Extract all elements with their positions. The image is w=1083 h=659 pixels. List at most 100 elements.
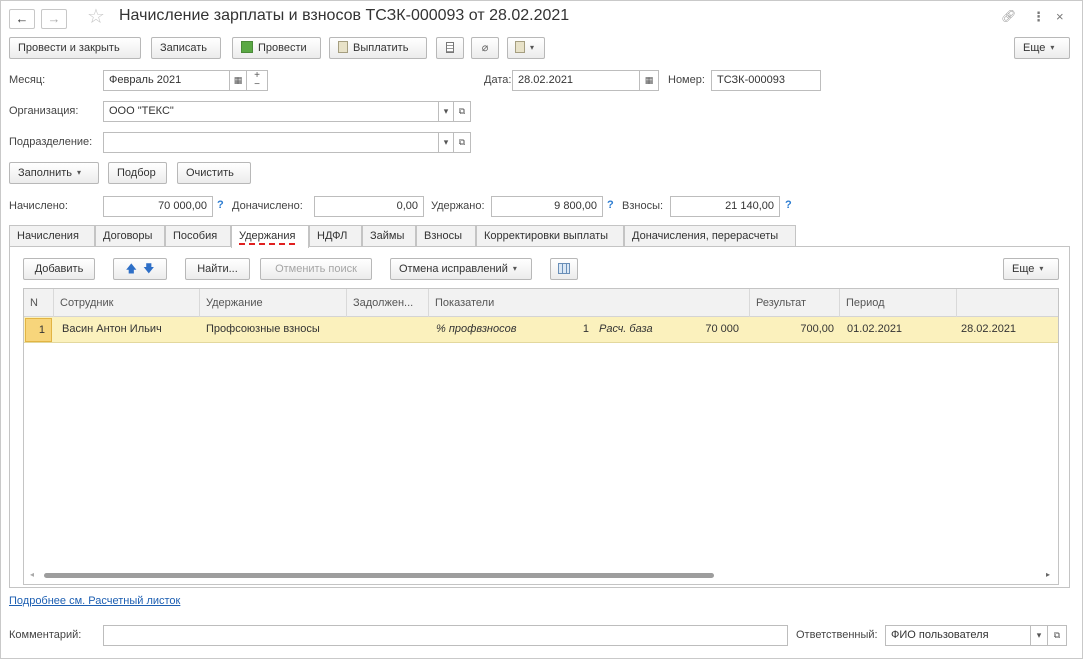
chevron-down-icon: ▾ <box>530 43 535 52</box>
more-button[interactable]: Еще ▾ <box>1014 37 1070 59</box>
employee-cell[interactable]: Васин Антон Ильич <box>62 317 162 342</box>
header-employee[interactable]: Сотрудник <box>54 289 200 317</box>
horizontal-scrollbar[interactable] <box>44 573 714 578</box>
fill-button[interactable]: Заполнить ▾ <box>9 162 99 184</box>
scroll-left-icon[interactable]: ◂ <box>30 570 34 579</box>
back-button[interactable]: ← <box>9 9 35 29</box>
open-icon[interactable]: ⧉ <box>453 132 471 153</box>
chevron-down-icon[interactable]: ▾ <box>438 101 454 122</box>
indicator-2-value-cell[interactable]: 70 000 <box>684 317 739 342</box>
comment-field[interactable] <box>103 625 788 646</box>
month-field[interactable]: Февраль 2021 <box>103 70 230 91</box>
help-icon[interactable]: ? <box>217 199 224 211</box>
tab-deductions[interactable]: Удержания <box>231 225 309 248</box>
date-field[interactable]: 28.02.2021 <box>512 70 640 91</box>
chevron-down-icon: ▾ <box>512 264 517 273</box>
tab-benefits[interactable]: Пособия <box>165 225 231 247</box>
indicator-1-name-cell[interactable]: % профвзносов <box>436 317 516 342</box>
favorite-star-icon[interactable]: ☆ <box>87 4 105 29</box>
chevron-down-icon[interactable]: ▾ <box>438 132 454 153</box>
close-icon[interactable]: × <box>1056 9 1064 24</box>
row-number-cell[interactable]: 1 <box>25 318 52 342</box>
chevron-down-icon: ▾ <box>1039 264 1044 273</box>
tab-deductions-label: Удержания <box>239 230 296 245</box>
attachment-button[interactable]: ⌀ <box>471 37 499 59</box>
arrow-down-icon[interactable]: 🡇 <box>143 263 154 275</box>
contributions-field: 21 140,00 <box>670 196 780 217</box>
scroll-right-icon[interactable]: ▸ <box>1046 570 1050 579</box>
payslip-link[interactable]: Подробнее см. Расчетный листок <box>9 595 180 607</box>
department-label: Подразделение: <box>9 136 93 148</box>
cancel-corrections-button[interactable]: Отмена исправлений ▾ <box>390 258 532 280</box>
arrow-up-icon[interactable]: 🡅 <box>126 263 137 275</box>
kebab-menu-icon[interactable]: ⋮ <box>1032 9 1045 25</box>
post-button-label: Провести <box>258 42 307 54</box>
month-label: Месяц: <box>9 74 46 86</box>
header-debt[interactable]: Задолжен... <box>347 289 429 317</box>
cancel-search-button[interactable]: Отменить поиск <box>260 258 372 280</box>
print-menu-button[interactable]: ▾ <box>507 37 545 59</box>
find-button[interactable]: Найти... <box>185 258 250 280</box>
tab-payment-corrections[interactable]: Корректировки выплаты <box>476 225 624 247</box>
result-cell[interactable]: 700,00 <box>750 317 834 342</box>
post-and-close-button[interactable]: Провести и закрыть <box>9 37 141 59</box>
report-button[interactable] <box>436 37 464 59</box>
report-icon <box>446 42 454 53</box>
responsible-field[interactable]: ФИО пользователя <box>885 625 1031 646</box>
organization-field[interactable]: ООО "ТЕКС" <box>103 101 439 122</box>
organization-label: Организация: <box>9 105 79 117</box>
more-button-label: Еще <box>1023 42 1046 54</box>
deduction-cell[interactable]: Профсоюзные взносы <box>206 317 320 342</box>
tab-contracts[interactable]: Договоры <box>95 225 165 247</box>
post-button[interactable]: Провести <box>232 37 321 59</box>
add-button[interactable]: Добавить <box>23 258 95 280</box>
tab-contributions[interactable]: Взносы <box>416 225 476 247</box>
accrued-field: 70 000,00 <box>103 196 213 217</box>
help-icon[interactable]: ? <box>607 199 614 211</box>
header-n[interactable]: N <box>24 289 54 317</box>
number-field[interactable]: ТСЗК-000093 <box>711 70 821 91</box>
accrued-label: Начислено: <box>9 200 68 212</box>
link-icon[interactable]: 🔗︎ <box>1001 9 1016 23</box>
month-stepper[interactable]: + − <box>246 70 268 91</box>
pay-button[interactable]: Выплатить <box>329 37 427 59</box>
chevron-down-icon[interactable]: ▾ <box>1030 625 1048 646</box>
header-period[interactable]: Период <box>840 289 957 317</box>
post-icon <box>241 41 253 53</box>
header-period-end[interactable] <box>957 289 1060 317</box>
period-start-cell[interactable]: 01.02.2021 <box>847 317 902 342</box>
open-icon[interactable]: ⧉ <box>453 101 471 122</box>
comment-label: Комментарий: <box>9 629 82 641</box>
save-button[interactable]: Записать <box>151 37 221 59</box>
header-indicators[interactable]: Показатели <box>429 289 750 317</box>
indicator-1-value-cell[interactable]: 1 <box>569 317 589 342</box>
calendar-icon[interactable]: ▦ <box>639 70 659 91</box>
indicator-2-name-cell[interactable]: Расч. база <box>599 317 653 342</box>
table-icon <box>558 263 570 274</box>
move-buttons[interactable]: 🡅 🡇 <box>113 258 167 280</box>
grid-settings-button[interactable] <box>550 258 578 280</box>
additional-label: Доначислено: <box>232 200 303 212</box>
table-row[interactable]: 1 Васин Антон Ильич Профсоюзные взносы %… <box>24 317 1058 343</box>
arrow-left-icon: ← <box>15 11 29 26</box>
period-end-cell[interactable]: 28.02.2021 <box>961 317 1016 342</box>
tab-loans[interactable]: Займы <box>362 225 416 247</box>
calendar-icon[interactable]: ▦ <box>229 70 247 91</box>
number-label: Номер: <box>668 74 705 86</box>
header-result[interactable]: Результат <box>750 289 840 317</box>
tab-recalculations[interactable]: Доначисления, перерасчеты <box>624 225 796 247</box>
table-more-button[interactable]: Еще ▾ <box>1003 258 1059 280</box>
header-deduction[interactable]: Удержание <box>200 289 347 317</box>
responsible-label: Ответственный: <box>796 629 878 641</box>
forward-button[interactable]: → <box>41 9 67 29</box>
arrow-right-icon: → <box>47 11 61 26</box>
tab-ndfl[interactable]: НДФЛ <box>309 225 362 247</box>
clear-button[interactable]: Очистить <box>177 162 251 184</box>
tab-accruals[interactable]: Начисления <box>9 225 95 247</box>
open-icon[interactable]: ⧉ <box>1047 625 1067 646</box>
help-icon[interactable]: ? <box>785 199 792 211</box>
department-field[interactable] <box>103 132 439 153</box>
window-title: Начисление зарплаты и взносов ТСЗК-00009… <box>119 7 570 24</box>
additional-field: 0,00 <box>314 196 424 217</box>
pick-button[interactable]: Подбор <box>108 162 167 184</box>
